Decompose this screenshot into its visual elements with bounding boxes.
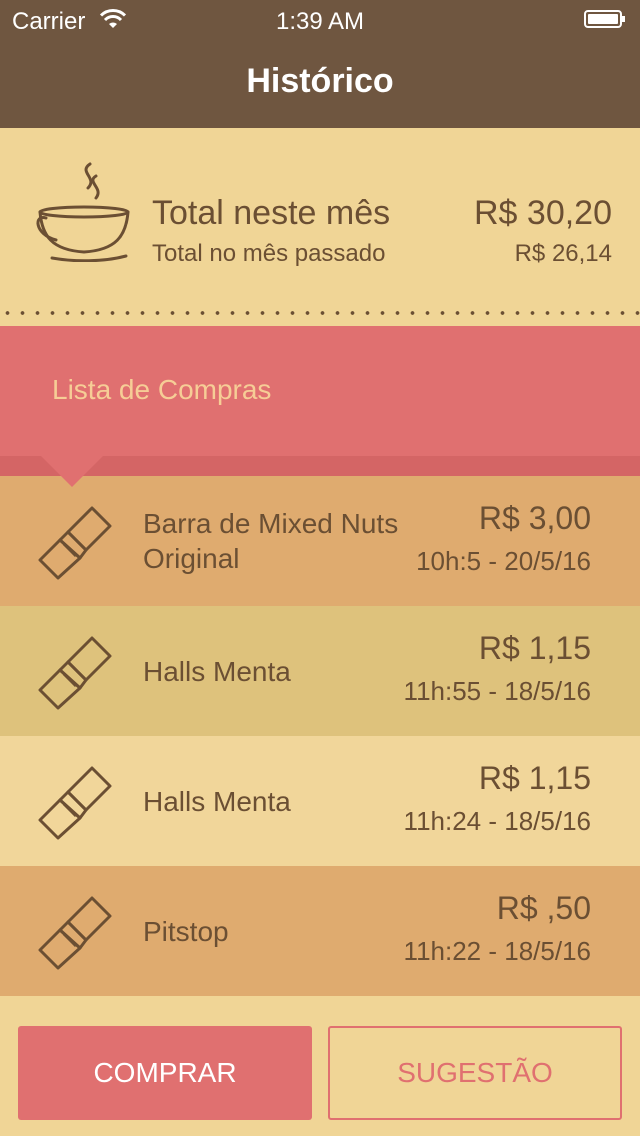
item-price: R$ 3,00 — [478, 500, 591, 536]
navigation-bar: Histórico — [0, 40, 640, 128]
list-item[interactable]: Halls Menta R$ 1,15 11h:24 - 18/5/16 — [0, 736, 640, 866]
purchase-list: Barra de Mixed Nuts Original R$ 3,00 10h… — [0, 476, 640, 1008]
battery-icon — [584, 10, 625, 28]
snack-bar-icon — [38, 506, 112, 580]
snack-bar-icon — [38, 636, 112, 710]
item-price: R$ 1,15 — [478, 760, 591, 796]
item-price: R$ ,50 — [496, 890, 591, 926]
clock: 1:39 AM — [275, 8, 365, 35]
list-header: Lista de Compras — [0, 326, 640, 456]
list-item[interactable]: Pitstop R$ ,50 11h:22 - 18/5/16 — [0, 866, 640, 996]
list-item[interactable]: Barra de Mixed Nuts Original R$ 3,00 10h… — [0, 476, 640, 606]
coffee-cup-icon — [36, 162, 130, 262]
item-timestamp: 11h:22 - 18/5/16 — [403, 936, 591, 966]
snack-bar-icon — [38, 766, 112, 840]
item-timestamp: 11h:24 - 18/5/16 — [403, 806, 591, 836]
previous-month-total: R$ 26,14 — [514, 240, 612, 267]
monthly-summary: Total neste mês Total no mês passado R$ … — [0, 128, 640, 314]
bottom-actions: COMPRAR SUGESTÃO — [0, 1008, 640, 1136]
snack-bar-icon — [38, 896, 112, 970]
item-timestamp: 11h:55 - 18/5/16 — [403, 676, 591, 706]
month-total: R$ 30,20 — [474, 194, 612, 232]
item-name: Halls Menta — [143, 655, 291, 687]
item-price: R$ 1,15 — [478, 630, 591, 666]
suggestion-button[interactable]: SUGESTÃO — [328, 1026, 622, 1120]
list-header-label: Lista de Compras — [52, 374, 272, 405]
list-item[interactable]: Halls Menta R$ 1,15 11h:55 - 18/5/16 — [0, 606, 640, 736]
header-pointer-arrow — [40, 455, 104, 487]
item-name: Halls Menta — [143, 785, 291, 817]
item-timestamp: 10h:5 - 20/5/16 — [416, 546, 591, 576]
status-bar: Carrier 1:39 AM — [0, 0, 640, 40]
summary-title: Total neste mês — [152, 194, 391, 232]
page-title: Histórico — [246, 62, 394, 100]
summary-subtitle: Total no mês passado — [152, 240, 386, 267]
item-name: Pitstop — [143, 915, 229, 947]
item-name: Barra de Mixed Nuts Original — [143, 508, 399, 574]
buy-button[interactable]: COMPRAR — [18, 1026, 312, 1120]
dotted-divider — [0, 310, 640, 316]
